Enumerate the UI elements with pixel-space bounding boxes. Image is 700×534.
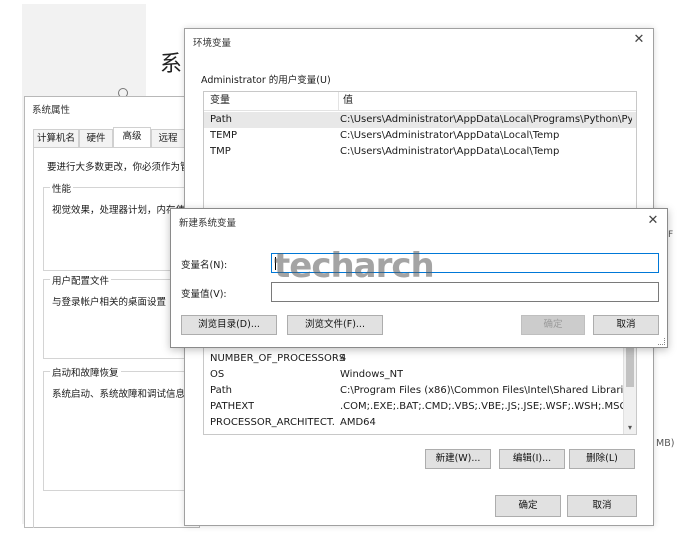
table-row[interactable]: Path C:\Program Files (x86)\Common Files… <box>204 383 636 399</box>
new-var-ok-button[interactable]: 确定 <box>521 315 585 335</box>
browse-directory-button[interactable]: 浏览目录(D)... <box>181 315 277 335</box>
system-var-name: PROCESSOR_ARCHITECT... <box>210 417 334 428</box>
new-var-dialog-title: 新建系统变量 <box>179 218 237 229</box>
user-profiles-group-text: 与登录帐户相关的桌面设置 <box>52 297 167 308</box>
user-var-value: C:\Users\Administrator\AppData\Local\Pro… <box>340 114 632 125</box>
system-var-value: Windows_NT <box>340 369 404 380</box>
env-ok-button[interactable]: 确定 <box>495 495 561 517</box>
env-titlebar: 环境变量 ✕ <box>185 29 653 53</box>
user-var-name: Path <box>210 114 232 125</box>
user-vars-col-val[interactable]: 值 <box>338 92 353 110</box>
system-var-value: 4 <box>340 353 347 364</box>
background-settings-title: 系 <box>160 52 183 77</box>
user-var-name: TEMP <box>210 130 238 141</box>
table-row[interactable]: PROCESSOR_ARCHITECT... AMD64 <box>204 415 636 431</box>
user-profiles-group-title: 用户配置文件 <box>50 273 112 287</box>
variable-name-label: 变量名(N): <box>181 260 228 271</box>
performance-group-title: 性能 <box>50 181 74 195</box>
table-row[interactable]: TEMP C:\Users\Administrator\AppData\Loca… <box>204 128 636 144</box>
system-var-value: AMD64 <box>340 417 376 428</box>
system-vars-list[interactable]: NUMBER_OF_PROCESSORS 4 OS Windows_NT Pat… <box>203 345 637 435</box>
system-var-value: C:\Program Files (x86)\Common Files\Inte… <box>340 385 624 396</box>
new-var-cancel-button[interactable]: 取消 <box>593 315 659 335</box>
startup-recovery-group-text: 系统启动、系统故障和调试信息 <box>52 389 186 400</box>
resize-grip-icon[interactable] <box>658 338 665 345</box>
user-var-value: C:\Users\Administrator\AppData\Local\Tem… <box>340 146 560 157</box>
scrollbar-thumb[interactable] <box>626 347 634 387</box>
system-var-name: OS <box>210 369 225 380</box>
table-row[interactable]: NUMBER_OF_PROCESSORS 4 <box>204 351 636 367</box>
watermark-logo: techarch <box>274 246 435 286</box>
user-vars-label: Administrator 的用户变量(U) <box>201 75 331 86</box>
table-row[interactable]: TMP C:\Users\Administrator\AppData\Local… <box>204 144 636 160</box>
tab-computer-name[interactable]: 计算机名 <box>33 129 79 147</box>
system-vars-scrollbar[interactable]: ▾ <box>623 345 636 434</box>
background-right-fragment-mb: MB) <box>656 438 675 449</box>
system-properties-title: 系统属性 <box>32 105 71 116</box>
tab-remote[interactable]: 远程 <box>151 129 185 147</box>
system-properties-titlebar: 系统属性 <box>25 97 199 121</box>
background-right-fragment: F <box>668 230 674 240</box>
system-var-new-button[interactable]: 新建(W)... <box>425 449 491 469</box>
user-vars-col-var[interactable]: 变量 <box>210 92 230 110</box>
startup-recovery-group: 启动和故障恢复 系统启动、系统故障和调试信息 <box>43 365 193 491</box>
system-var-value: .COM;.EXE;.BAT;.CMD;.VBS;.VBE;.JS;.JSE;.… <box>340 401 627 412</box>
tab-advanced[interactable]: 高级 <box>113 127 151 147</box>
system-var-name: PATHEXT <box>210 401 255 412</box>
user-vars-header: 变量 值 <box>204 92 636 111</box>
env-close-icon[interactable]: ✕ <box>631 32 647 48</box>
tab-hardware[interactable]: 硬件 <box>79 129 113 147</box>
table-row[interactable]: PATHEXT .COM;.EXE;.BAT;.CMD;.VBS;.VBE;.J… <box>204 399 636 415</box>
new-var-titlebar: 新建系统变量 ✕ <box>171 209 667 233</box>
system-var-edit-button[interactable]: 编辑(I)... <box>499 449 565 469</box>
system-var-delete-button[interactable]: 删除(L) <box>569 449 635 469</box>
new-var-close-icon[interactable]: ✕ <box>645 213 661 229</box>
scroll-down-icon[interactable]: ▾ <box>624 422 636 434</box>
variable-value-label: 变量值(V): <box>181 289 227 300</box>
system-var-name: Path <box>210 385 232 396</box>
env-cancel-button[interactable]: 取消 <box>567 495 637 517</box>
user-vars-list[interactable]: 变量 值 Path C:\Users\Administrator\AppData… <box>203 91 637 211</box>
table-row[interactable]: Path C:\Users\Administrator\AppData\Loca… <box>204 112 636 128</box>
user-var-name: TMP <box>210 146 231 157</box>
tab-strip: 计算机名 硬件 高级 远程 <box>33 127 201 147</box>
user-var-value: C:\Users\Administrator\AppData\Local\Tem… <box>340 130 560 141</box>
env-dialog-title: 环境变量 <box>193 38 232 49</box>
browse-file-button[interactable]: 浏览文件(F)... <box>287 315 383 335</box>
startup-recovery-group-title: 启动和故障恢复 <box>50 365 121 379</box>
admin-notice: 要进行大多数更改，你必须作为管 <box>47 162 190 173</box>
table-row[interactable]: OS Windows_NT <box>204 367 636 383</box>
system-var-name: NUMBER_OF_PROCESSORS <box>210 353 346 364</box>
